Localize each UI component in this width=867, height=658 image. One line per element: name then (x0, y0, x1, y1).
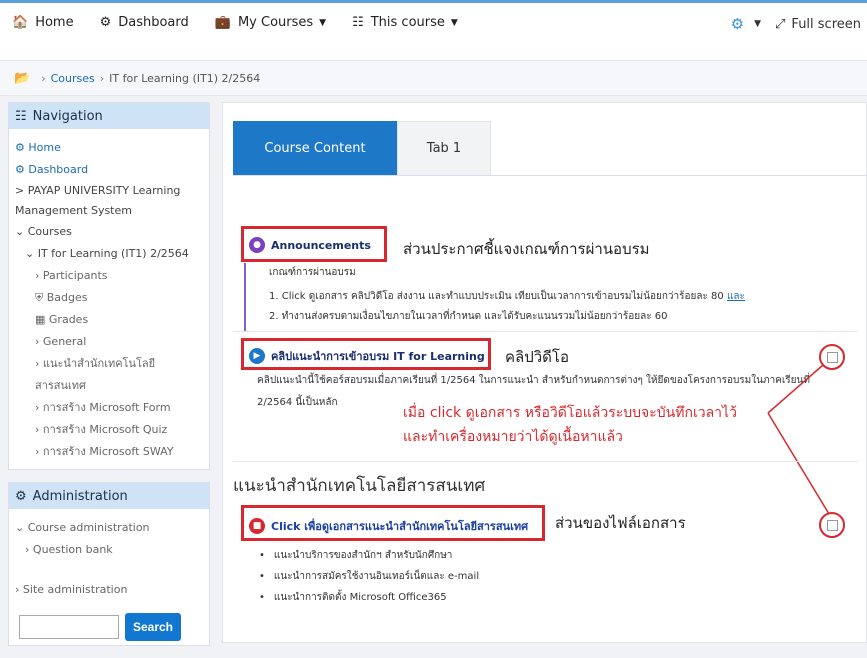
chevron-down-icon: ⌄ (15, 521, 25, 534)
nav-dashboard-label: Dashboard (118, 15, 189, 30)
chevron-down-icon: ⌄ (25, 247, 35, 260)
sidebar-item-general[interactable]: › General (15, 331, 203, 353)
sidebar-item-label: Question bank (32, 543, 113, 556)
chevron-right-icon: › (35, 423, 40, 436)
dashboard-icon: ⚙ (15, 163, 25, 176)
sitemap-icon: ☷ (352, 15, 364, 30)
sidebar-item-label: IT for Learning (IT1) 2/2564 (37, 247, 189, 260)
chevron-down-icon: ▼ (319, 17, 327, 28)
sidebar-item-label: Dashboard (28, 163, 89, 176)
sidebar-item-question-bank[interactable]: › Question bank (15, 539, 203, 561)
chevron-right-icon: › (25, 543, 30, 556)
sidebar-item-label: Grades (48, 313, 89, 326)
nav-this-course-label: This course (370, 15, 445, 30)
sidebar-item-dashboard[interactable]: ⚙ Dashboard (15, 159, 203, 181)
nav-home-label: Home (35, 15, 74, 30)
dashboard-icon: ⚙ (15, 141, 25, 154)
breadcrumb-courses[interactable]: Courses (51, 72, 95, 85)
sidebar-item-course[interactable]: ⌄ IT for Learning (IT1) 2/2564 (15, 243, 203, 265)
sidebar-item-sway[interactable]: › การสร้าง Microsoft SWAY (15, 441, 203, 463)
expand-icon[interactable]: ⤢ (775, 17, 785, 32)
nav-my-courses-label: My Courses (237, 15, 314, 30)
fullscreen-button[interactable]: Full screen (791, 17, 861, 32)
dashboard-icon: ⚙ (99, 15, 112, 30)
list-item: แนะนำบริการของสำนักฯ สำหรับนักศึกษา (259, 545, 479, 566)
nav-home[interactable]: 🏠 Home (12, 15, 74, 30)
nav-my-courses[interactable]: 💼 My Courses ▼ (215, 15, 326, 30)
shield-icon: ⛨ (35, 291, 44, 304)
chevron-right-icon: › (35, 401, 40, 414)
sidebar-item-label: การสร้าง Microsoft SWAY (42, 445, 174, 458)
search-button[interactable]: Search (125, 613, 181, 641)
sidebar-item-site-admin[interactable]: › Site administration (15, 579, 203, 601)
sidebar-item-label: Site administration (22, 583, 128, 596)
left-sidebar: ☷ Navigation ⚙ Home ⚙ Dashboard > PAYAP … (8, 102, 210, 658)
course-content-panel: Course Content Tab 1 ● Announcements ส่ว… (222, 102, 867, 643)
doc-bullets: แนะนำบริการของสำนักฯ สำหรับนักศึกษา แนะน… (259, 545, 479, 608)
chevron-down-icon: ⌄ (15, 225, 25, 238)
navigation-block: ☷ Navigation ⚙ Home ⚙ Dashboard > PAYAP … (8, 102, 210, 470)
breadcrumb: 📂 › Courses › IT for Learning (IT1) 2/25… (14, 71, 261, 86)
briefcase-icon: 💼 (214, 15, 231, 30)
section-title: แนะนำสำนักเทคโนโลยีสารสนเทศ (233, 461, 858, 499)
sidebar-item-intro[interactable]: › แนะนำสำนักเทคโนโลยีสารสนเทศ (15, 353, 203, 397)
folder-icon: 📂 (14, 71, 31, 86)
home-icon: 🏠 (12, 15, 29, 30)
sidebar-item-courses[interactable]: ⌄ Courses (15, 221, 203, 243)
breadcrumb-bar: 📂 › Courses › IT for Learning (IT1) 2/25… (0, 60, 867, 96)
chevron-right-icon: › (35, 357, 40, 370)
sidebar-item-label: General (42, 335, 87, 348)
sidebar-item-grades[interactable]: ▦ Grades (15, 309, 203, 331)
navigation-header[interactable]: ☷ Navigation (9, 103, 209, 129)
administration-block: ⚙ Administration ⌄ Course administration… (8, 482, 210, 646)
sidebar-item-course-admin[interactable]: ⌄ Course administration (15, 517, 203, 539)
doc-label: Click เพื่อดูเอกสารแนะนำสำนักเทคโนโลยีสา… (271, 520, 529, 533)
sidebar-item-label: แนะนำสำนักเทคโนโลยีสารสนเทศ (35, 357, 156, 392)
search-input[interactable] (19, 615, 119, 639)
list-item: แนะนำการสมัครใช้งานอินเทอร์เน็ตและ e-mai… (259, 566, 479, 587)
chevron-right-icon: › (35, 445, 40, 458)
sidebar-item-participants[interactable]: › Participants (15, 265, 203, 287)
sidebar-item-label: การสร้าง Microsoft Form (42, 401, 171, 414)
cogs-icon: ⚙ (15, 488, 27, 504)
doc-callout: ส่วนของไฟล์เอกสาร (555, 514, 686, 532)
table-icon: ▦ (35, 313, 46, 326)
sidebar-item-badges[interactable]: ⛨ Badges (15, 287, 203, 309)
sidebar-item-label: Participants (42, 269, 108, 282)
administration-header[interactable]: ⚙ Administration (9, 483, 209, 509)
sidebar-item-label: Home (28, 141, 61, 154)
admin-search: Search (9, 607, 209, 645)
gear-icon[interactable]: ⚙ (731, 15, 744, 33)
chevron-down-icon: ▼ (450, 17, 458, 28)
chevron-right-icon: › (35, 335, 40, 348)
administration-title: Administration (32, 488, 128, 504)
sidebar-item-form[interactable]: › การสร้าง Microsoft Form (15, 397, 203, 419)
chevron-right-icon: › (35, 269, 40, 282)
sitemap-icon: ☷ (15, 108, 27, 124)
nav-this-course[interactable]: ☷ This course ▼ (352, 15, 458, 30)
sidebar-item-label: Course administration (27, 521, 150, 534)
sidebar-item-home[interactable]: ⚙ Home (15, 137, 203, 159)
top-navbar: 🏠 Home ⚙ Dashboard 💼 My Courses ▼ ☷ This… (0, 0, 867, 60)
sidebar-item-label: Courses (27, 225, 72, 238)
doc-link[interactable]: ■ Click เพื่อดูเอกสารแนะนำสำนักเทคโนโลยี… (249, 517, 528, 535)
chevron-down-icon[interactable]: ▼ (754, 19, 761, 29)
navigation-title: Navigation (32, 108, 103, 124)
pdf-icon: ■ (249, 518, 265, 534)
sidebar-item-payap[interactable]: > PAYAP UNIVERSITY Learning Management S… (15, 181, 203, 221)
list-item: แนะนำการติดตั้ง Microsoft Office365 (259, 587, 479, 608)
chevron-right-icon: › (15, 583, 20, 596)
sidebar-item-quiz[interactable]: › การสร้าง Microsoft Quiz (15, 419, 203, 441)
nav-dashboard[interactable]: ⚙ Dashboard (100, 15, 189, 30)
breadcrumb-current[interactable]: IT for Learning (IT1) 2/2564 (109, 72, 260, 85)
sidebar-item-label: Badges (46, 291, 88, 304)
sidebar-item-label: การสร้าง Microsoft Quiz (42, 423, 168, 436)
